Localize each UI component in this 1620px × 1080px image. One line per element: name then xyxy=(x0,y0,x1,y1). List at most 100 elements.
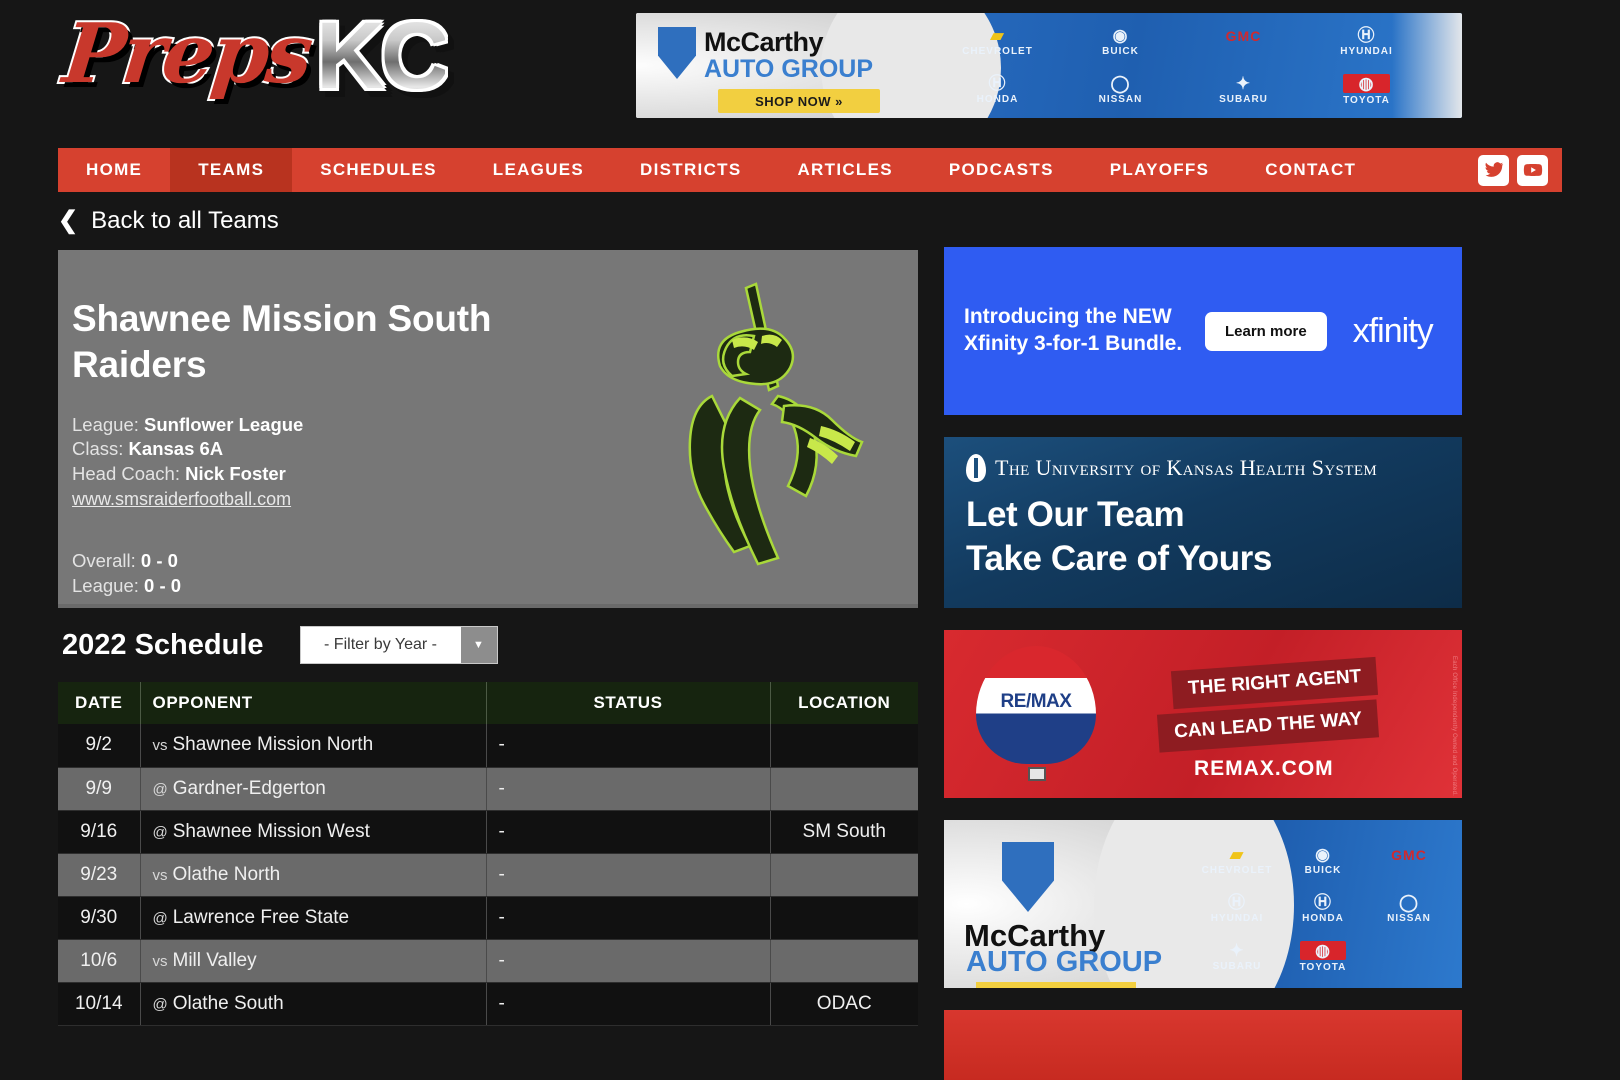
xfinity-headline-line2: Xfinity 3-for-1 Bundle. xyxy=(964,332,1183,355)
league-value: Sunflower League xyxy=(144,413,304,435)
table-row[interactable]: 9/16 @ Shawnee Mission West - SM South xyxy=(58,810,918,854)
nav-item-leagues[interactable]: LEAGUES xyxy=(465,148,612,192)
table-row[interactable]: 9/23 vs Olathe North - xyxy=(58,853,918,897)
nav-item-home[interactable]: HOME xyxy=(58,148,170,192)
column-header-date: DATE xyxy=(58,682,141,724)
remax-fine-print: Each Office Independently Owned and Oper… xyxy=(1451,656,1457,796)
table-row[interactable]: 9/30 @ Lawrence Free State - xyxy=(58,896,918,940)
remax-logo-text: RE/MAX xyxy=(1000,690,1072,712)
page-root: Preps KC McCarthy AUTO GROUP SHOP NOW » … xyxy=(0,0,1620,1080)
cell-opponent: @ Shawnee Mission West xyxy=(140,810,487,854)
twitter-icon[interactable] xyxy=(1478,154,1509,186)
brand2-chevrolet: ▰ CHEVROLET xyxy=(1201,845,1273,877)
ku-caduceus-icon xyxy=(966,454,986,482)
league-record-label: League: xyxy=(72,574,139,596)
cell-location xyxy=(770,896,918,940)
honda-icon: Ⓗ xyxy=(988,73,1007,93)
cell-location xyxy=(770,939,918,983)
overall-value: 0 - 0 xyxy=(140,549,178,571)
table-header-row: DATE OPPONENT STATUS LOCATION xyxy=(58,682,918,724)
nissan-icon: ◯ xyxy=(1398,893,1419,913)
brand2-hyundai: Ⓗ HYUNDAI xyxy=(1210,893,1264,925)
nav-item-districts[interactable]: DISTRICTS xyxy=(612,148,769,192)
mccarthy2-shop-now-button[interactable]: SHOP NOW » xyxy=(976,982,1136,988)
brand2-gmc: GMCGMC xyxy=(1391,848,1427,877)
ad-mccarthy-sidebar[interactable]: McCarthy AUTO GROUP SHOP NOW » ▰CHEVROLE… xyxy=(944,820,1462,988)
nav-item-articles[interactable]: ARTICLES xyxy=(769,148,920,192)
cell-opponent: vs Mill Valley xyxy=(140,939,487,983)
table-row[interactable]: 9/9 @ Gardner-Edgerton - xyxy=(58,767,918,811)
brand2-buick: ◉ BUICK xyxy=(1304,845,1342,877)
cell-status: - xyxy=(486,810,771,854)
cell-date: 10/14 xyxy=(58,982,141,1026)
brand2-toyota: ◍ TOYOTA xyxy=(1299,941,1347,974)
shop-now-button[interactable]: SHOP NOW » xyxy=(718,89,880,113)
nav-item-teams[interactable]: TEAMS xyxy=(170,148,293,192)
cell-opponent: vs Shawnee Mission North xyxy=(140,724,487,768)
brand2-honda: Ⓗ HONDA xyxy=(1302,893,1344,925)
opponent-name: Shawnee Mission North xyxy=(172,734,374,756)
mccarthy2-brand-line2: AUTO GROUP xyxy=(966,946,1163,978)
subaru-icon: ✦ xyxy=(1235,73,1252,93)
schedule-table-body: 9/2 vs Shawnee Mission North - 9/9 @ Gardn… xyxy=(58,724,918,1026)
ad-remax[interactable]: RE/MAX THE RIGHT AGENT CAN LEAD THE WAY … xyxy=(944,630,1462,798)
opponent-name: Gardner-Edgerton xyxy=(172,777,326,799)
column-header-status: STATUS xyxy=(486,682,771,724)
home-away-indicator: @ xyxy=(152,823,168,841)
hyundai-icon: Ⓗ xyxy=(1228,893,1246,913)
gmc-icon: GMC xyxy=(1225,27,1262,44)
buick-icon: ◉ xyxy=(1112,26,1129,45)
social-links xyxy=(1478,148,1562,192)
filter-by-year-select[interactable]: - Filter by Year - ▼ xyxy=(299,626,498,664)
nav-item-schedules[interactable]: SCHEDULES xyxy=(292,148,465,192)
main-navigation: HOME TEAMS SCHEDULES LEAGUES DISTRICTS A… xyxy=(58,148,1562,192)
table-row[interactable]: 10/14 @ Olathe South - ODAC xyxy=(58,982,918,1026)
ad-xfinity[interactable]: Introducing the NEW Xfinity 3-for-1 Bund… xyxy=(944,247,1462,415)
cell-opponent: vs Olathe North xyxy=(140,853,487,897)
opponent-name: Shawnee Mission West xyxy=(172,820,370,842)
cell-date: 9/9 xyxy=(58,767,141,811)
mccarthy-brand-line1: McCarthy xyxy=(704,27,824,57)
team-mascot-logo xyxy=(688,282,864,566)
cell-date: 9/30 xyxy=(58,896,141,940)
honda-icon: Ⓗ xyxy=(1313,893,1332,913)
table-row[interactable]: 9/2 vs Shawnee Mission North - xyxy=(58,724,918,768)
schedule-title: 2022 Schedule xyxy=(62,628,264,661)
brand-gmc: GMCGMC xyxy=(1226,29,1262,58)
top-banner-ad-mccarthy[interactable]: McCarthy AUTO GROUP SHOP NOW » ▰ CHEVROLE… xyxy=(636,13,1462,118)
brand-hyundai: Ⓗ HYUNDAI xyxy=(1340,26,1393,57)
ad-ku-health-system[interactable]: The University of Kansas Health System L… xyxy=(944,437,1462,608)
home-away-indicator: @ xyxy=(152,995,168,1013)
cell-location: ODAC xyxy=(770,982,918,1026)
ku-brand-lockup: The University of Kansas Health System xyxy=(966,454,1462,482)
brand-chevrolet: ▰ CHEVROLET xyxy=(962,26,1033,57)
balloon-basket xyxy=(1028,767,1046,781)
nav-item-playoffs[interactable]: PLAYOFFS xyxy=(1082,148,1238,192)
ad-partial-bottom[interactable] xyxy=(944,1010,1462,1080)
chevron-down-icon[interactable]: ▼ xyxy=(460,627,497,663)
schedule-table-head: DATE OPPONENT STATUS LOCATION xyxy=(58,682,918,724)
table-row[interactable]: 10/6 vs Mill Valley - xyxy=(58,939,918,983)
site-header: Preps KC McCarthy AUTO GROUP SHOP NOW » … xyxy=(0,0,1620,148)
xfinity-logo: xfinity xyxy=(1352,311,1434,350)
class-label: Class: xyxy=(72,438,124,460)
youtube-icon[interactable] xyxy=(1517,154,1548,186)
back-to-all-teams-link[interactable]: ❮ Back to all Teams xyxy=(58,192,918,250)
team-website-link[interactable]: www.smsraiderfootball.com xyxy=(72,488,291,512)
site-logo[interactable]: Preps KC xyxy=(57,0,528,140)
coach-value: Nick Foster xyxy=(185,462,286,484)
home-away-indicator: vs xyxy=(152,737,168,755)
banner-edge-fade xyxy=(1392,13,1462,118)
logo-kc-text: KC xyxy=(316,3,449,109)
brand-nissan: ◯ NISSAN xyxy=(1098,73,1143,105)
chevron-left-icon: ❮ xyxy=(58,207,79,234)
filter-selected-value: - Filter by Year - xyxy=(300,627,461,663)
cell-date: 9/2 xyxy=(58,724,141,768)
content-area: ❮ Back to all Teams Shawnee Mission Sout… xyxy=(0,192,1620,1080)
nav-item-contact[interactable]: CONTACT xyxy=(1237,148,1384,192)
nav-item-podcasts[interactable]: PODCASTS xyxy=(921,148,1082,192)
learn-more-button[interactable]: Learn more xyxy=(1205,311,1327,351)
cell-date: 10/6 xyxy=(58,939,141,983)
hyundai-icon: Ⓗ xyxy=(1357,26,1376,45)
brand-logo-grid: ▰CHEVROLET ◉BUICK GMCGMC ⒽHYUNDAI ⒽHONDA… xyxy=(936,19,1428,114)
